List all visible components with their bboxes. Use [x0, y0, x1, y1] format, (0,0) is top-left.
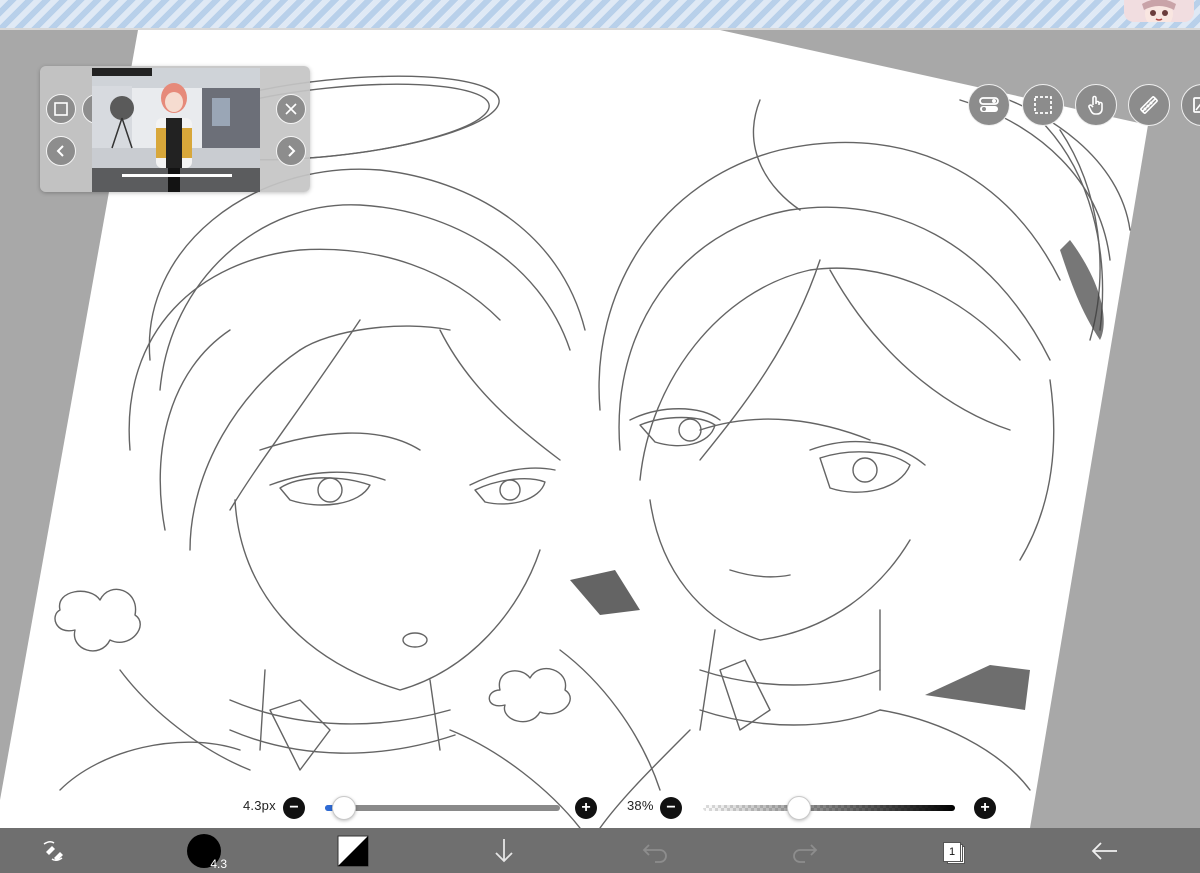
ruler-icon[interactable] — [1128, 84, 1170, 126]
color-icon[interactable] — [337, 828, 369, 873]
selection-icon[interactable] — [1022, 84, 1064, 126]
brush-size-decrease-button[interactable]: − — [283, 797, 305, 819]
opacity-label: 38% — [627, 798, 654, 813]
bottom-toolbar: 4.3 1 — [0, 828, 1200, 873]
close-icon[interactable] — [276, 94, 306, 124]
brush-size-slider-knob[interactable] — [331, 796, 356, 820]
brush-size-indicator: 4.3 — [210, 856, 227, 871]
frame-icon[interactable] — [46, 94, 76, 124]
undo-icon[interactable] — [640, 828, 670, 873]
toggle-icon[interactable] — [968, 84, 1010, 126]
opacity-decrease-button[interactable]: − — [660, 797, 682, 819]
opacity-increase-button[interactable]: + — [974, 797, 996, 819]
download-icon[interactable] — [490, 828, 518, 873]
pen-eraser-swap-icon[interactable] — [36, 828, 70, 873]
top-status-strip — [0, 0, 1200, 30]
reference-window[interactable] — [40, 66, 310, 192]
brush-size-label: 4.3px — [243, 798, 276, 813]
layer-count: 1 — [943, 841, 961, 862]
hand-icon[interactable] — [1075, 84, 1117, 126]
opacity-slider[interactable] — [703, 805, 955, 811]
prev-icon[interactable] — [46, 136, 76, 166]
brush-size-increase-button[interactable]: + — [575, 797, 597, 819]
avatar — [1124, 0, 1194, 22]
brush-size-icon[interactable]: 4.3 — [186, 828, 227, 873]
back-icon[interactable] — [1088, 828, 1120, 873]
brush-size-slider[interactable] — [325, 805, 560, 811]
layers-icon[interactable]: 1 — [940, 828, 968, 873]
redo-icon[interactable] — [790, 828, 820, 873]
reference-image — [92, 68, 260, 192]
drawing-workspace[interactable] — [0, 30, 1200, 828]
opacity-slider-knob[interactable] — [786, 796, 811, 820]
next-icon[interactable] — [276, 136, 306, 166]
